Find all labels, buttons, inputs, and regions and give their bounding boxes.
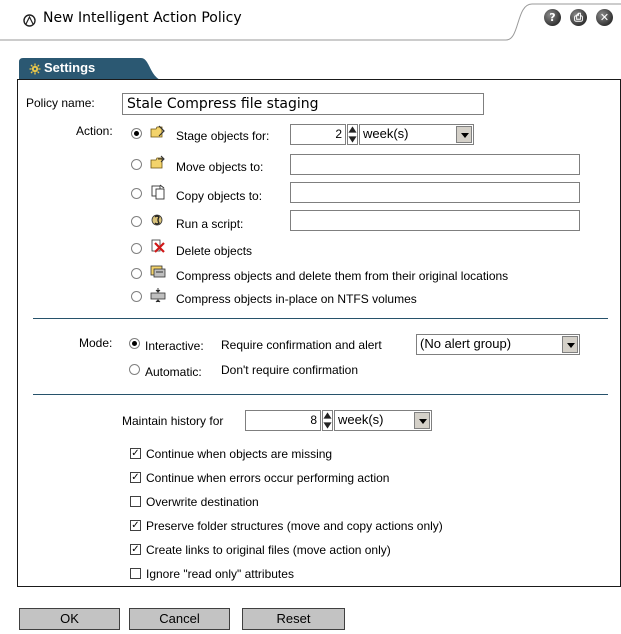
compress-move-icon: [150, 265, 166, 278]
radio-move-objects[interactable]: [131, 159, 142, 170]
interactive-description: Require confirmation and alert: [221, 338, 382, 352]
chevron-down-icon: [456, 126, 472, 143]
checkbox-create-links[interactable]: ✓: [130, 544, 141, 555]
move-folder-icon: [150, 155, 165, 169]
history-unit-value: week(s): [338, 412, 384, 427]
history-amount-input[interactable]: 8: [245, 410, 321, 431]
radio-delete-objects[interactable]: [131, 243, 142, 254]
check-icon: ✓: [131, 520, 140, 531]
option-label: Ignore "read only" attributes: [146, 567, 294, 581]
radio-run-script[interactable]: [131, 216, 142, 227]
ok-button[interactable]: OK: [19, 608, 120, 630]
automatic-description: Don't require confirmation: [221, 363, 359, 377]
action-option-label: Run a script:: [176, 217, 244, 231]
action-option-label: Compress objects in-place on NTFS volume…: [176, 292, 417, 306]
checkbox-continue-errors[interactable]: ✓: [130, 472, 141, 483]
compress-inplace-icon: [150, 288, 166, 303]
checkbox-overwrite-destination[interactable]: [130, 496, 141, 507]
check-icon: ✓: [131, 544, 140, 555]
checkbox-continue-missing[interactable]: ✓: [130, 448, 141, 459]
reset-button[interactable]: Reset: [242, 608, 345, 630]
section-divider: [33, 318, 608, 319]
radio-compress-inplace[interactable]: [131, 291, 142, 302]
stage-folder-icon: [150, 125, 165, 138]
check-icon: ✓: [131, 472, 140, 483]
action-option-label: Delete objects: [176, 244, 253, 258]
tab-settings-label: Settings: [44, 60, 96, 75]
checkbox-ignore-readonly[interactable]: [130, 568, 141, 579]
stage-amount-input[interactable]: 2: [290, 124, 346, 145]
section-divider: [33, 394, 608, 395]
radio-mode-interactive[interactable]: [129, 338, 140, 349]
alert-group-value: (No alert group): [420, 336, 512, 351]
history-unit-select[interactable]: week(s): [334, 410, 432, 431]
radio-compress-delete[interactable]: [131, 268, 142, 279]
checkbox-preserve-folders[interactable]: ✓: [130, 520, 141, 531]
cancel-button[interactable]: Cancel: [129, 608, 230, 630]
interactive-label: Interactive:: [145, 339, 204, 353]
automatic-label: Automatic:: [145, 365, 202, 379]
alert-group-select[interactable]: (No alert group): [416, 334, 580, 355]
history-amount-stepper[interactable]: [322, 410, 333, 431]
print-button[interactable]: ⎙: [570, 9, 587, 26]
stage-unit-value: week(s): [363, 126, 409, 141]
chevron-down-icon: [414, 412, 430, 429]
radio-stage-objects[interactable]: [131, 128, 142, 139]
script-path-input[interactable]: [290, 210, 580, 231]
copy-destination-input[interactable]: [290, 182, 580, 203]
stage-unit-select[interactable]: week(s): [359, 124, 474, 145]
action-option-label: Copy objects to:: [176, 189, 263, 203]
option-label: Create links to original files (move act…: [146, 543, 391, 557]
mode-label: Mode:: [79, 336, 113, 350]
move-destination-input[interactable]: [290, 154, 580, 175]
option-label: Overwrite destination: [146, 495, 259, 509]
action-option-label: Move objects to:: [176, 160, 264, 174]
action-option-label: Compress objects and delete them from th…: [176, 269, 509, 283]
action-label: Action:: [76, 124, 113, 138]
script-icon: [151, 214, 163, 226]
radio-copy-objects[interactable]: [131, 188, 142, 199]
option-label: Continue when objects are missing: [146, 447, 333, 461]
option-label: Preserve folder structures (move and cop…: [146, 519, 443, 533]
copy-document-icon: [151, 184, 165, 200]
policy-name-label: Policy name:: [26, 96, 95, 110]
window-title: New Intelligent Action Policy: [43, 10, 242, 26]
radio-mode-automatic[interactable]: [129, 364, 140, 375]
stage-amount-stepper[interactable]: [347, 124, 358, 145]
history-label: Maintain history for: [122, 414, 224, 428]
policy-icon: [23, 14, 36, 27]
gear-icon: [29, 63, 41, 75]
option-label: Continue when errors occur performing ac…: [146, 471, 390, 485]
action-option-label: Stage objects for:: [176, 129, 270, 143]
help-button[interactable]: ?: [544, 9, 561, 26]
policy-name-input[interactable]: Stale Compress file staging: [122, 93, 484, 115]
delete-icon: [151, 239, 165, 253]
close-button[interactable]: ✕: [596, 9, 613, 26]
chevron-down-icon: [562, 336, 578, 353]
check-icon: ✓: [131, 448, 140, 459]
